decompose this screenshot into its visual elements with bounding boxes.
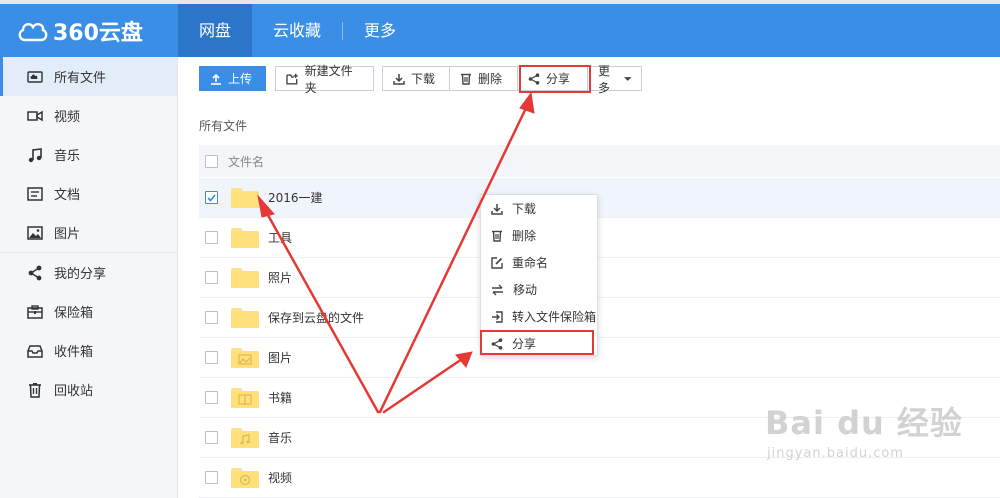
file-name[interactable]: 图片 [268,349,292,366]
document-icon [26,185,44,203]
file-name[interactable]: 保存到云盘的文件 [268,309,364,326]
watermark-url: jingyan.baidu.com [767,446,904,461]
delete-button[interactable]: 删除 [450,66,518,91]
table-row[interactable]: 2016一建 [199,178,1000,218]
arrowhead-share-button [519,91,535,114]
sidebar-item-inbox[interactable]: 收件箱 [0,331,177,370]
top-bar: 360云盘 网盘 云收藏 更多 [0,0,1000,57]
music-icon [26,146,44,164]
sidebar-item-label: 视频 [54,110,81,125]
move-arrows-icon [492,284,503,295]
menu-item-move-to-safe[interactable]: 转入文件保险箱 [481,303,597,330]
table-row[interactable]: 照片 [199,258,1000,298]
cloud-logo-icon [18,22,48,42]
sidebar-item-recycle-bin[interactable]: 回收站 [0,370,177,409]
table-row[interactable]: 视频 [199,458,1000,498]
tab-netdisk[interactable]: 网盘 [178,4,253,57]
download-icon [491,203,503,215]
file-name[interactable]: 照片 [268,269,292,286]
folder-icon [231,307,259,328]
upload-icon [211,73,221,85]
safe-icon [26,303,44,321]
edit-icon [491,256,503,269]
download-button[interactable]: 下载 [382,66,450,91]
file-list-header: 文件名 [199,145,1000,177]
table-row[interactable]: 图片 [199,338,1000,378]
baidu-watermark: Bai du 经验 jingyan.baidu.com [765,398,963,461]
table-row[interactable]: 保存到云盘的文件 [199,298,1000,338]
new-folder-button[interactable]: 新建文件夹 [275,64,374,95]
folder-icon [231,187,259,208]
music-folder-icon [231,427,259,448]
sidebar-item-label: 我的分享 [54,267,107,282]
sidebar-item-label: 收件箱 [54,345,94,360]
file-name[interactable]: 2016一建 [268,189,323,206]
highlight-menu-share [480,330,594,355]
more-dropdown-button[interactable]: 更多 [588,64,642,95]
share-icon [26,264,44,282]
file-name[interactable]: 工具 [268,229,292,246]
sidebar-item-label: 图片 [54,227,81,242]
folder-icon [231,267,259,288]
row-checkbox[interactable] [205,351,218,364]
row-checkbox[interactable] [205,191,218,204]
inbox-icon [26,342,44,360]
upload-button[interactable]: 上传 [199,66,266,91]
caret-down-icon [623,76,631,81]
menu-item-move[interactable]: 移动 [481,276,597,303]
trash-icon [461,73,471,85]
image-folder-icon [231,347,259,368]
select-all-checkbox[interactable] [205,154,218,168]
move-to-safe-icon [492,310,503,323]
table-row[interactable]: 工具 [199,218,1000,258]
row-checkbox[interactable] [205,431,218,444]
checkmark-icon [207,193,216,202]
folder-icon [231,227,259,248]
menu-item-rename[interactable]: 重命名 [481,249,597,276]
sidebar-item-documents[interactable]: 文档 [0,174,177,213]
menu-item-delete[interactable]: 删除 [481,222,597,249]
file-name[interactable]: 视频 [268,469,292,486]
row-checkbox[interactable] [205,311,218,324]
file-name[interactable]: 音乐 [268,429,292,446]
row-checkbox[interactable] [205,391,218,404]
watermark-text: Bai du 经验 [765,404,963,442]
video-folder-icon [231,467,259,488]
sidebar-item-label: 所有文件 [54,71,107,86]
main-nav: 网盘 云收藏 更多 [178,4,417,57]
new-folder-icon [286,73,298,85]
sidebar-item-my-shares[interactable]: 我的分享 [0,253,177,292]
sidebar-item-all-files[interactable]: 所有文件 [0,57,177,96]
breadcrumb[interactable]: 所有文件 [199,117,247,134]
sidebar-item-label: 保险箱 [54,306,94,321]
logo-text: 360云盘 [53,21,143,46]
sidebar-item-label: 音乐 [54,149,81,164]
sidebar-item-music[interactable]: 音乐 [0,135,177,174]
sidebar-item-label: 文档 [54,188,81,203]
sidebar: 所有文件 视频 音乐 文档 图片 我的分享 保险箱 收件箱 回收站 [0,57,178,498]
highlight-share-button [519,65,591,93]
sidebar-item-safe[interactable]: 保险箱 [0,292,177,331]
book-folder-icon [231,387,259,408]
file-name[interactable]: 书籍 [268,389,292,406]
sidebar-item-images[interactable]: 图片 [0,213,177,252]
trash-icon [492,230,502,242]
sidebar-item-video[interactable]: 视频 [0,96,177,135]
sidebar-item-label: 回收站 [54,384,94,399]
menu-item-download[interactable]: 下载 [481,195,597,222]
row-checkbox[interactable] [205,231,218,244]
trash-icon [26,381,44,399]
tab-cloud-favorites[interactable]: 云收藏 [252,4,342,57]
download-icon [393,73,405,85]
app-logo[interactable]: 360云盘 [17,16,143,46]
row-checkbox[interactable] [205,471,218,484]
image-icon [26,224,44,242]
row-checkbox[interactable] [205,271,218,284]
video-icon [26,107,44,125]
tab-more[interactable]: 更多 [343,4,417,57]
cloud-icon [26,68,44,86]
column-filename[interactable]: 文件名 [228,153,264,170]
